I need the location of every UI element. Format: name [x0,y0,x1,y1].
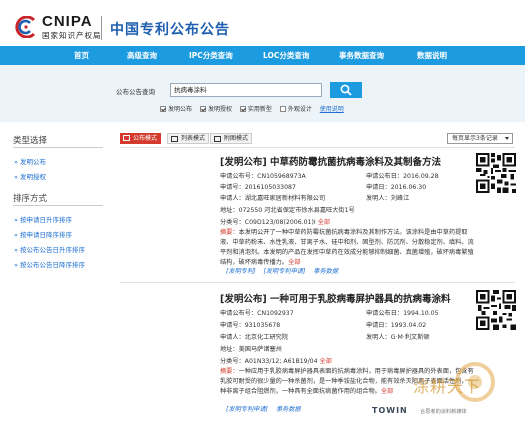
tab-publication-mode[interactable]: 公布模式 [120,133,161,144]
app-date: 申请日：1993.04.02 [366,322,427,329]
ipc-more-link[interactable]: 全部 [320,358,332,365]
tab-list-mode[interactable]: 列表模式 [167,133,209,144]
filter-invention-publication[interactable]: » 发明公布 [14,156,46,166]
inventor: 发明人：G·M·利文斯顿 [366,334,430,341]
abstract-more-link[interactable]: 全部 [381,388,393,395]
result-title[interactable]: [发明公布] 中草药防霉抗菌抗病毒涂料及其制备方法 [220,154,441,168]
watermark-tagline: 合思考的涂料新媒体 [420,409,467,415]
site-title: 中国专利公布公告 [110,22,230,38]
logo-divider [101,16,102,40]
checkbox-checked-icon[interactable] [239,106,246,112]
abstract-more-link[interactable]: 全部 [288,259,300,266]
result-links: [发明专利申请] 事务数据 [226,404,301,413]
inventor: 发明人：刘峰江 [366,195,410,202]
filter-invention-grant[interactable]: » 发明授权 [14,171,46,181]
list-icon [123,135,130,141]
checkbox-checked-icon[interactable] [160,106,166,112]
header: CNIPA 国家知识产权局 中国专利公布公告 [0,0,525,46]
abstract: 摘要：本发明公开了一种中草药防霉抗菌抗病毒涂料及其制作方法。该涂料是由中草药提取… [220,229,474,266]
search-input[interactable]: 抗病毒涂料 [170,83,322,97]
image-icon [214,136,221,142]
help-link[interactable]: 使用说明 [320,104,344,113]
app-number: 申请号：2016105033087 [220,184,296,191]
result-links: [发明专利] [发明专利申请] 事务数据 [226,266,338,275]
divider [13,147,103,148]
sort-pub-date-desc[interactable]: » 按公布公告日降序排序 [14,259,85,269]
nav-ipc-search[interactable]: IPC分类查询 [189,46,233,65]
ipc-class: 分类号：A01N33/12; A61B19/04 全部 [220,358,332,365]
pub-number: 申请公布号：CN1092937 [220,310,294,317]
app-number: 申请号：931035678 [220,322,281,329]
search-icon [340,84,352,96]
pub-date: 申请公布日：1994.10.05 [366,310,439,317]
qr-code-icon [476,290,516,330]
divider [13,205,103,206]
transaction-data-link[interactable]: 事务数据 [313,268,338,275]
divider [120,147,515,148]
nav-loc-search[interactable]: LOC分类查询 [263,46,309,65]
address: 地址：美国马萨诸塞州 [220,346,282,353]
sort-app-date-asc[interactable]: » 按申请日升序排序 [14,214,72,224]
pub-date: 申请公布日：2016.09.28 [366,173,439,180]
nav-home[interactable]: 首页 [74,46,89,65]
cnipa-logo-icon [15,16,36,38]
watermark-brand: TOWIN [372,406,408,415]
option-utility-model[interactable]: 实用新型 [239,104,272,113]
per-page-select[interactable]: 每页显示3条记录 [447,133,513,144]
option-design[interactable]: 外观设计 [279,104,312,113]
sort-pub-date-asc[interactable]: » 按公布公告日升序排序 [14,244,85,254]
invention-patent-link[interactable]: [发明专利] [226,268,256,275]
app-date: 申请日：2016.06.30 [366,184,427,191]
divider [120,282,515,283]
option-invention-grant[interactable]: 发明授权 [199,104,232,113]
address: 地址：072550 河北省保定市徐水县嘉旺大街1号 [220,207,355,214]
sort-app-date-desc[interactable]: » 按申请日降序排序 [14,229,72,239]
transaction-data-link[interactable]: 事务数据 [276,406,301,413]
sort-heading: 排序方式 [13,194,48,204]
nav-transaction-search[interactable]: 事务数据查询 [339,46,384,65]
invention-application-link[interactable]: [发明专利申请] [263,268,305,275]
result-title[interactable]: [发明公布] 一种可用于乳胶病毒屏护器具的抗病毒涂料 [220,291,451,305]
checkbox-empty-icon[interactable] [279,106,286,112]
applicant: 申请人：湖北嘉旺家居新材料有限公司 [220,195,326,202]
qr-code-icon [476,153,516,193]
watermark-cn-name: 涂耕天下 [413,377,482,396]
patent-search-page: CNIPA 国家知识产权局 中国专利公布公告 首页 高级查询 IPC分类查询 L… [0,0,525,423]
nav-advanced-search[interactable]: 高级查询 [127,46,157,65]
search-label: 公布公告查询 [116,88,155,96]
applicant: 申请人：北京化工研究院 [220,334,289,341]
ipc-class: 分类号：C09D123/08(2006.01)I 全部 [220,219,331,226]
nav-data-description[interactable]: 数据说明 [417,46,447,65]
logo-subtitle: 国家知识产权局 [42,31,102,40]
tab-image-mode[interactable]: 附图模式 [210,133,252,144]
invention-application-link[interactable]: [发明专利申请] [226,406,268,413]
search-button[interactable] [330,82,362,98]
checkbox-checked-icon[interactable] [199,106,206,112]
chevron-down-icon [505,137,509,140]
search-options: 发明公布 发明授权 实用新型 外观设计 使用说明 [160,104,350,113]
table-icon [171,136,178,142]
logo-text: CNIPA [42,13,93,30]
pub-number: 申请公布号：CN105968973A [220,173,306,180]
type-heading: 类型选择 [13,136,48,146]
option-invention-publication[interactable]: 发明公布 [160,104,192,113]
main-nav: 首页 高级查询 IPC分类查询 LOC分类查询 事务数据查询 数据说明 [0,46,525,65]
ipc-more-link[interactable]: 全部 [318,219,330,226]
